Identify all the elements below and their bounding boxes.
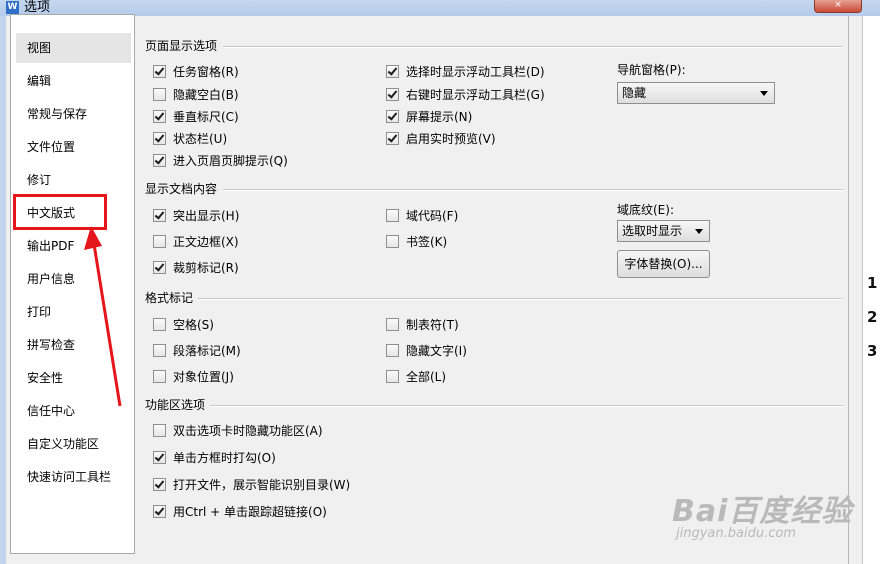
checkbox-box xyxy=(153,477,166,491)
group-title-doc-content: 显示文档内容 xyxy=(145,182,218,196)
chevron-down-icon xyxy=(760,91,768,96)
checkbox-box xyxy=(386,109,399,123)
checkbox-box xyxy=(153,234,166,248)
checkbox-screen-tips[interactable]: 屏幕提示(N) xyxy=(386,108,472,124)
bg-snippet: 2 xyxy=(867,308,878,326)
checkbox-box xyxy=(153,131,166,145)
sidebar-item-view[interactable]: 视图 xyxy=(16,33,131,63)
chevron-down-icon xyxy=(695,229,703,234)
field-shading-dropdown[interactable]: 选取时显示 xyxy=(617,220,710,242)
checkbox-hidden-text[interactable]: 隐藏文字(I) xyxy=(386,342,467,358)
checkbox-box xyxy=(153,153,166,167)
checkbox-paragraph-marks[interactable]: 段落标记(M) xyxy=(153,342,241,358)
font-replace-button[interactable]: 字体替换(O)... xyxy=(617,250,710,278)
checkbox-header-footer-hint[interactable]: 进入页眉页脚提示(Q) xyxy=(153,152,288,168)
nav-pane-dropdown[interactable]: 隐藏 xyxy=(617,82,775,104)
watermark-sub: jingyan.baidu.com xyxy=(676,526,796,541)
checkbox-hide-whitespace[interactable]: 隐藏空白(B) xyxy=(153,86,239,102)
group-title-ribbon-options: 功能区选项 xyxy=(145,398,206,412)
bg-snippet: 1 xyxy=(867,274,878,292)
checkbox-all-marks[interactable]: 全部(L) xyxy=(386,368,446,384)
checkbox-ctrl-click-link[interactable]: 用Ctrl + 单击跟踪超链接(O) xyxy=(153,503,327,519)
group-title-format-marks: 格式标记 xyxy=(145,291,194,305)
annotation-highlight-box xyxy=(13,194,107,230)
checkbox-tab-chars[interactable]: 制表符(T) xyxy=(386,316,459,332)
background-document: 1 2 3 xyxy=(862,16,880,564)
checkbox-box xyxy=(153,87,166,101)
group-divider xyxy=(223,189,843,191)
checkbox-box xyxy=(386,369,399,383)
baidu-watermark: Bai百度经验 jingyan.baidu.com xyxy=(672,486,853,541)
watermark-main: Bai百度经验 xyxy=(672,494,853,529)
checkbox-box xyxy=(153,450,166,464)
checkbox-task-pane[interactable]: 任务窗格(R) xyxy=(153,63,239,79)
checkbox-box xyxy=(153,208,166,222)
group-divider xyxy=(210,405,843,407)
checkbox-crop-marks[interactable]: 裁剪标记(R) xyxy=(153,259,239,275)
checkbox-box xyxy=(153,109,166,123)
checkbox-float-toolbar-rightclick[interactable]: 右键时显示浮动工具栏(G) xyxy=(386,86,545,102)
checkbox-text-border[interactable]: 正文边框(X) xyxy=(153,233,239,249)
close-button[interactable]: × xyxy=(814,0,862,13)
bg-snippet: 3 xyxy=(867,342,878,360)
sidebar-item-edit[interactable]: 编辑 xyxy=(16,66,131,96)
checkbox-box xyxy=(386,317,399,331)
checkbox-object-anchors[interactable]: 对象位置(J) xyxy=(153,368,234,384)
checkbox-box xyxy=(153,504,166,518)
checkbox-box xyxy=(386,234,399,248)
checkbox-live-preview[interactable]: 启用实时预览(V) xyxy=(386,130,496,146)
field-shading-label: 域底纹(E): xyxy=(617,203,674,217)
checkbox-highlight[interactable]: 突出显示(H) xyxy=(153,207,239,223)
checkbox-float-toolbar-select[interactable]: 选择时显示浮动工具栏(D) xyxy=(386,63,545,79)
checkbox-box xyxy=(153,260,166,274)
sidebar-item-customize-ribbon[interactable]: 自定义功能区 xyxy=(16,429,131,459)
checkbox-dblclick-hide-ribbon[interactable]: 双击选项卡时隐藏功能区(A) xyxy=(153,422,323,438)
checkbox-click-box-check[interactable]: 单击方框时打勾(O) xyxy=(153,449,276,465)
sidebar-item-revision[interactable]: 修订 xyxy=(16,165,131,195)
checkbox-box xyxy=(153,343,166,357)
checkbox-box xyxy=(386,131,399,145)
checkbox-field-codes[interactable]: 域代码(F) xyxy=(386,207,458,223)
group-divider xyxy=(198,298,843,300)
checkbox-box xyxy=(386,208,399,222)
checkbox-box xyxy=(386,64,399,78)
wps-app-icon: W xyxy=(6,1,19,14)
checkbox-box xyxy=(153,64,166,78)
sidebar-item-quick-access[interactable]: 快速访问工具栏 xyxy=(16,462,131,492)
sidebar-item-general-save[interactable]: 常规与保存 xyxy=(16,99,131,129)
checkbox-status-bar[interactable]: 状态栏(U) xyxy=(153,130,227,146)
checkbox-box xyxy=(386,343,399,357)
group-title-page-display: 页面显示选项 xyxy=(145,39,218,53)
checkbox-bookmarks[interactable]: 书签(K) xyxy=(386,233,447,249)
nav-pane-label: 导航窗格(P): xyxy=(617,63,686,77)
annotation-arrow xyxy=(84,226,122,407)
checkbox-box xyxy=(153,423,166,437)
checkbox-vertical-ruler[interactable]: 垂直标尺(C) xyxy=(153,108,239,124)
checkbox-spaces[interactable]: 空格(S) xyxy=(153,316,214,332)
dialog-right-border xyxy=(848,16,849,564)
sidebar-item-file-location[interactable]: 文件位置 xyxy=(16,132,131,162)
checkbox-smart-toc[interactable]: 打开文件，展示智能识别目录(W) xyxy=(153,476,350,492)
checkbox-box xyxy=(153,369,166,383)
group-divider xyxy=(223,46,843,48)
checkbox-box xyxy=(386,87,399,101)
checkbox-box xyxy=(153,317,166,331)
